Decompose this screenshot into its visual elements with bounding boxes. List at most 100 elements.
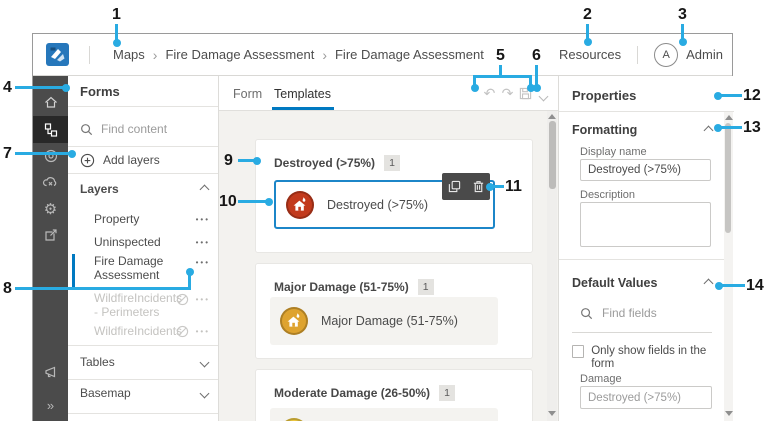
template-item-major-damage[interactable]: Major Damage (51-75%) [270, 297, 498, 345]
find-fields-search[interactable] [580, 302, 712, 324]
group-header: Destroyed (>75%) 1 [274, 155, 400, 171]
divider [68, 413, 218, 414]
geofences-icon[interactable] [33, 147, 68, 165]
feedback-megaphone-icon[interactable] [33, 363, 68, 381]
callout-dot [68, 150, 76, 158]
callout-dot [253, 157, 261, 165]
sharing-icon[interactable] [33, 226, 68, 244]
basemap-section-header[interactable]: Basemap [80, 386, 208, 400]
add-layers-label: Add layers [103, 153, 160, 167]
navigation-rail: ⚙ » [33, 76, 68, 421]
scroll-up-icon[interactable] [725, 115, 733, 120]
callout-dot [486, 183, 494, 191]
overflow-menu-icon[interactable]: ••• [196, 215, 210, 224]
find-content-search[interactable] [80, 114, 210, 144]
forms-panel-title: Forms [80, 84, 120, 99]
group-title: Major Damage (51-75%) [274, 280, 409, 294]
app-logo[interactable] [46, 43, 69, 66]
collapse-rail-icon[interactable]: » [33, 396, 68, 414]
overflow-menu-icon[interactable]: ••• [196, 327, 210, 336]
layer-name: WildfireIncidents [94, 324, 170, 338]
duplicate-icon[interactable] [448, 180, 461, 193]
callout-dot [533, 84, 541, 92]
find-content-input[interactable] [101, 122, 201, 136]
moderate-damage-symbol-icon [280, 418, 308, 421]
callout-dot [714, 124, 722, 132]
forms-icon[interactable] [33, 121, 68, 139]
chevron-down-icon [200, 357, 210, 367]
template-hover-toolbar [442, 173, 490, 200]
callout-line [15, 152, 70, 155]
breadcrumb-map-name[interactable]: Fire Damage Assessment [165, 47, 314, 62]
callout-line [238, 159, 254, 162]
display-name-input[interactable] [580, 159, 711, 181]
major-damage-symbol-icon [280, 307, 308, 335]
template-item-label: Destroyed (>75%) [327, 198, 428, 212]
home-icon[interactable] [33, 93, 68, 111]
breadcrumb: Maps › Fire Damage Assessment › Fire Dam… [113, 34, 484, 75]
tab-form[interactable]: Form [233, 87, 262, 101]
callout-number-7: 7 [3, 146, 12, 162]
admin-menu[interactable]: Admin [686, 47, 723, 62]
scrollbar-thumb[interactable] [725, 123, 731, 233]
layer-row-property[interactable]: Property ••• [94, 212, 210, 226]
damage-value-input[interactable] [580, 386, 712, 409]
callout-number-4: 4 [3, 80, 12, 96]
offline-cloud-icon[interactable] [33, 173, 68, 191]
redo-icon[interactable]: ↷ [499, 85, 516, 102]
undo-icon[interactable]: ↶ [481, 85, 498, 102]
scroll-down-icon[interactable] [725, 411, 733, 416]
callout-number-5: 5 [496, 48, 505, 64]
scroll-up-icon[interactable] [548, 114, 556, 119]
callout-line [681, 24, 684, 39]
group-count-badge: 1 [384, 155, 400, 171]
divider [559, 259, 724, 260]
resources-link[interactable]: Resources [559, 47, 621, 62]
find-fields-input[interactable] [602, 306, 702, 320]
layer-row-wildfireincidents[interactable]: WildfireIncidents ••• [94, 324, 210, 338]
user-avatar[interactable]: A [654, 43, 678, 67]
tables-section-header[interactable]: Tables [80, 355, 208, 369]
overflow-menu-icon[interactable]: ••• [196, 295, 210, 319]
templates-canvas: Destroyed (>75%) 1 Destroyed (>75%) M [219, 111, 558, 421]
properties-panel-title: Properties [572, 88, 636, 103]
default-values-section-header[interactable]: Default Values [572, 276, 712, 290]
group-title: Moderate Damage (26-50%) [274, 386, 430, 400]
description-textarea[interactable] [580, 202, 711, 247]
layer-name: WildfireIncidents - Perimeters [94, 291, 170, 319]
formatting-section-header[interactable]: Formatting [572, 123, 712, 137]
template-group-major-damage: Major Damage (51-75%) 1 Major Damage (51… [255, 263, 533, 359]
callout-line [719, 94, 742, 97]
callout-dot [113, 39, 121, 47]
scroll-down-icon[interactable] [548, 411, 556, 416]
only-show-fields-checkbox-row[interactable]: Only show fields in the form [572, 345, 722, 371]
overflow-menu-icon[interactable]: ••• [196, 258, 210, 282]
layer-row-uninspected[interactable]: Uninspected ••• [94, 235, 210, 249]
breadcrumb-maps[interactable]: Maps [113, 47, 145, 62]
delete-trash-icon[interactable] [472, 180, 485, 193]
layer-row-wildfireincidents-perimeters[interactable]: WildfireIncidents - Perimeters ••• [94, 291, 210, 319]
template-item-moderate-damage[interactable]: Moderate Damage (26-50%) [270, 408, 498, 421]
templates-scrollbar[interactable] [547, 111, 557, 421]
callout-line [721, 284, 745, 287]
overflow-menu-icon[interactable]: ••• [196, 238, 210, 247]
checkbox-unchecked-icon[interactable] [572, 345, 584, 358]
settings-gear-icon[interactable]: ⚙ [33, 200, 68, 218]
layers-section-header[interactable]: Layers [80, 182, 208, 196]
scrollbar-thumb[interactable] [549, 121, 556, 189]
callout-number-12: 12 [743, 88, 761, 104]
screenshot-canvas: Maps › Fire Damage Assessment › Fire Dam… [0, 0, 772, 423]
callout-number-11: 11 [505, 179, 522, 195]
callout-line [586, 24, 589, 39]
callout-number-3: 3 [678, 7, 687, 23]
display-name-label: Display name [580, 146, 647, 158]
callout-line [238, 200, 267, 203]
callout-dot [471, 84, 479, 92]
layer-name: Uninspected [94, 235, 161, 249]
template-group-destroyed: Destroyed (>75%) 1 Destroyed (>75%) [255, 139, 533, 253]
callout-number-13: 13 [743, 120, 761, 136]
add-layers-button[interactable]: Add layers [80, 147, 218, 173]
tab-templates[interactable]: Templates [274, 87, 331, 101]
properties-scrollbar[interactable] [724, 112, 733, 421]
callout-number-8: 8 [3, 281, 12, 297]
